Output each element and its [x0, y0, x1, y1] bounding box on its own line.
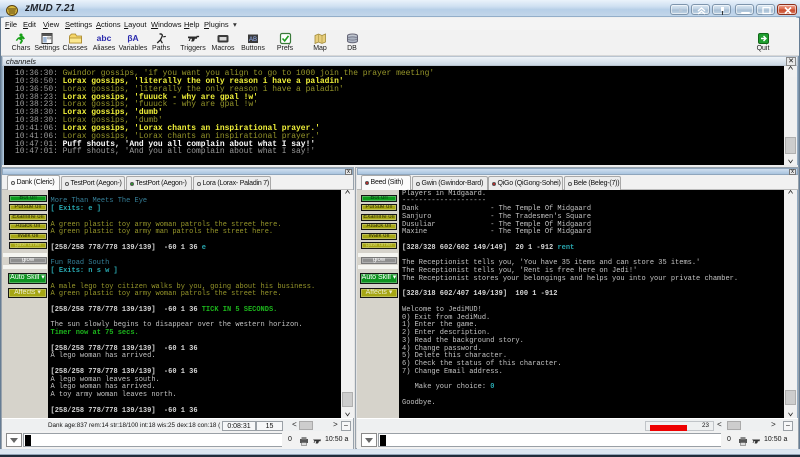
svg-text:AB: AB	[249, 37, 257, 43]
